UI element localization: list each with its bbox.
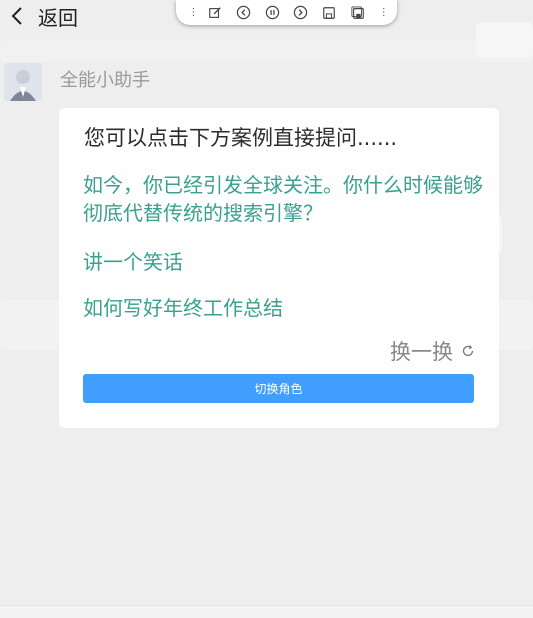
background-header-strip xyxy=(0,40,533,62)
example-questions-card: 您可以点击下方案例直接提问...... 如今，你已经引发全球关注。你什么时候能够… xyxy=(59,108,499,428)
back-button[interactable]: 返回 xyxy=(8,2,78,30)
refresh-questions-button[interactable]: 换一换 xyxy=(390,336,475,366)
floating-toolbar: ⋮ ⋮ xyxy=(176,0,397,25)
refresh-icon xyxy=(462,345,474,357)
edit-icon[interactable] xyxy=(207,5,223,21)
example-question[interactable]: 如今，你已经引发全球关注。你什么时候能够彻底代替传统的搜索引擎？ xyxy=(83,171,483,227)
back-label: 返回 xyxy=(38,5,78,30)
refresh-label: 换一换 xyxy=(390,340,453,364)
switch-role-button[interactable]: 切换角色 xyxy=(83,374,474,403)
example-question[interactable]: 如何写好年终工作总结 xyxy=(83,294,483,322)
pause-icon[interactable] xyxy=(264,5,280,21)
save-icon[interactable] xyxy=(321,5,337,21)
more-icon[interactable]: ⋮ xyxy=(188,7,198,18)
more-icon-right[interactable]: ⋮ xyxy=(379,7,389,18)
save-all-icon[interactable] xyxy=(350,5,366,21)
prev-icon[interactable] xyxy=(236,5,252,21)
example-question[interactable]: 讲一个笑话 xyxy=(83,248,483,276)
background-corner-panel xyxy=(476,22,533,58)
assistant-avatar xyxy=(4,63,42,101)
next-icon[interactable] xyxy=(293,5,309,21)
bottom-strip xyxy=(0,605,533,618)
assistant-name: 全能小助手 xyxy=(60,70,150,91)
card-title: 您可以点击下方案例直接提问...... xyxy=(84,126,398,150)
chevron-left-icon xyxy=(11,7,22,25)
